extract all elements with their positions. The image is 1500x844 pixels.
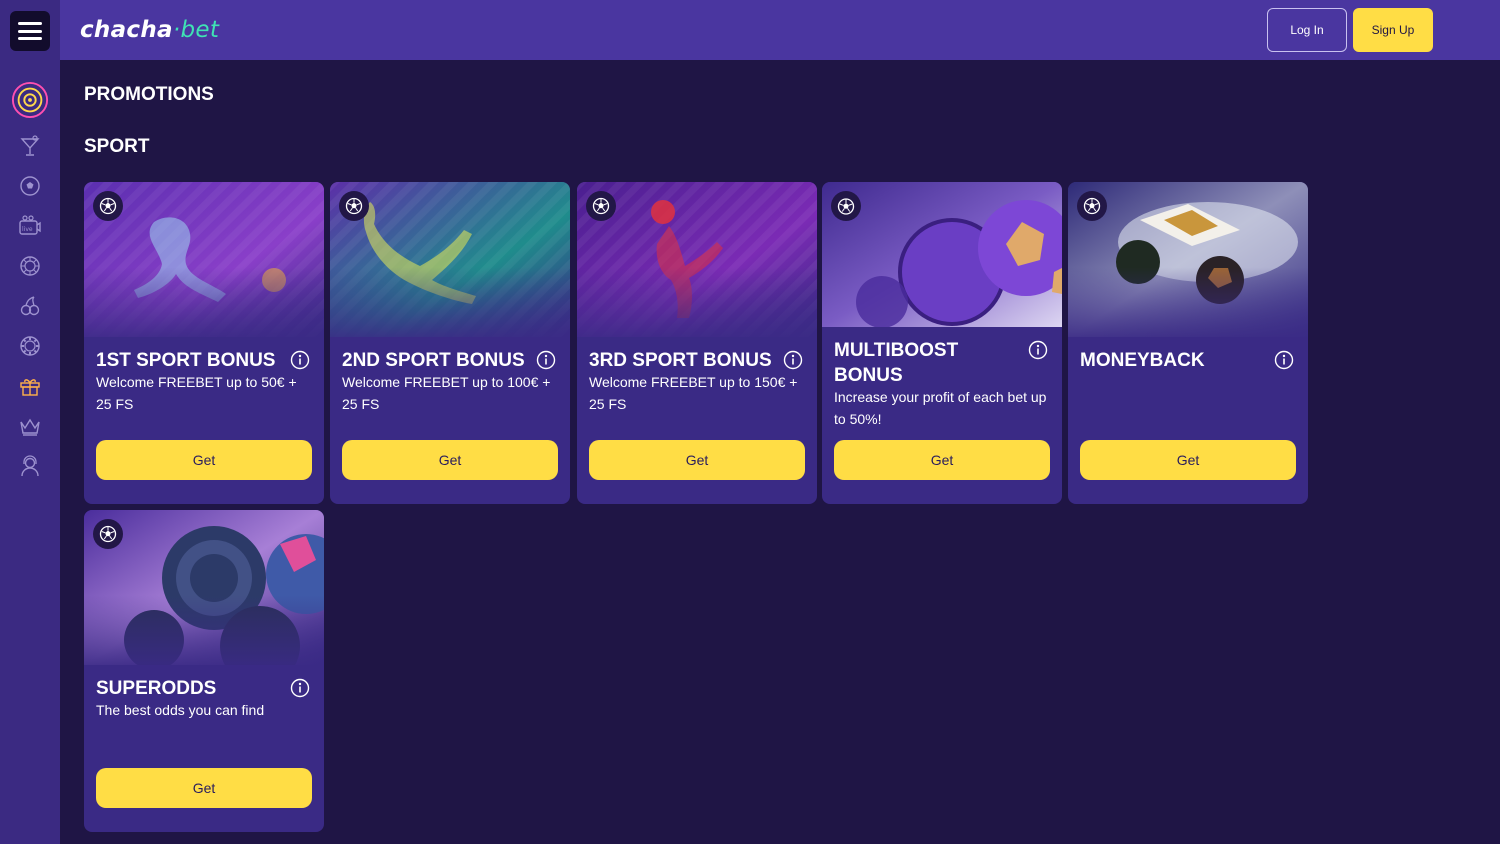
logo-text-main: chacha xyxy=(80,17,173,43)
info-icon[interactable] xyxy=(1274,350,1294,370)
info-icon[interactable] xyxy=(536,350,556,370)
promo-card-moneyback[interactable]: MONEYBACK Get xyxy=(1068,182,1308,504)
soccer-ball-icon xyxy=(586,191,616,221)
info-icon[interactable] xyxy=(290,350,310,370)
promo-title: 3RD SPORT BONUS xyxy=(589,350,772,371)
svg-text:live: live xyxy=(22,226,33,233)
live-tv-icon[interactable]: live xyxy=(10,206,50,246)
page-title: PROMOTIONS xyxy=(84,84,214,105)
promo-card-2nd-sport-bonus[interactable]: 2ND SPORT BONUS Welcome FREEBET up to 10… xyxy=(330,182,570,504)
get-button[interactable]: Get xyxy=(342,440,558,480)
promo-image xyxy=(577,182,817,337)
info-icon[interactable] xyxy=(1028,340,1048,360)
support-agent-icon[interactable] xyxy=(10,446,50,486)
promo-title: MONEYBACK xyxy=(1080,350,1205,371)
promo-card-superodds[interactable]: SUPERODDS The best odds you can find Get xyxy=(84,510,324,832)
promo-description: Welcome FREEBET up to 50€ + 25 FS xyxy=(96,374,297,412)
promo-image xyxy=(84,182,324,337)
gift-icon[interactable] xyxy=(10,366,50,406)
soccer-ball-icon xyxy=(1077,191,1107,221)
get-button[interactable]: Get xyxy=(589,440,805,480)
section-title: SPORT xyxy=(84,136,150,157)
promo-description: Welcome FREEBET up to 100€ + 25 FS xyxy=(342,374,551,412)
soccer-ball-icon xyxy=(93,519,123,549)
promo-card-multiboost-bonus[interactable]: MULTIBOOST BONUS Increase your profit of… xyxy=(822,182,1062,504)
get-button[interactable]: Get xyxy=(834,440,1050,480)
soccer-ball-icon xyxy=(339,191,369,221)
promo-image xyxy=(822,182,1062,327)
promo-title: 2ND SPORT BONUS xyxy=(342,350,525,371)
promo-title: SUPERODDS xyxy=(96,678,217,699)
hamburger-menu-icon[interactable] xyxy=(10,11,50,51)
soccer-ball-icon xyxy=(93,191,123,221)
info-icon[interactable] xyxy=(783,350,803,370)
get-button[interactable]: Get xyxy=(96,768,312,808)
cocktail-icon[interactable] xyxy=(10,126,50,166)
poker-chip-icon[interactable] xyxy=(10,326,50,366)
roulette-icon[interactable] xyxy=(10,246,50,286)
login-button[interactable]: Log In xyxy=(1267,8,1347,52)
promo-image xyxy=(1068,182,1308,337)
top-header: chacha·bet Log In Sign Up xyxy=(60,0,1500,60)
get-button[interactable]: Get xyxy=(1080,440,1296,480)
sidebar: live xyxy=(0,0,60,844)
soccer-ball-icon xyxy=(831,191,861,221)
get-button[interactable]: Get xyxy=(96,440,312,480)
promo-description: Increase your profit of each bet up to 5… xyxy=(834,389,1047,427)
crown-icon[interactable] xyxy=(10,406,50,446)
promo-image xyxy=(84,510,324,665)
promo-image xyxy=(330,182,570,337)
brand-logo[interactable]: chacha·bet xyxy=(80,14,219,46)
promo-title: MULTIBOOST BONUS xyxy=(834,340,959,386)
cherries-icon[interactable] xyxy=(10,286,50,326)
soccer-ball-icon[interactable] xyxy=(10,166,50,206)
logo-text-accent: ·bet xyxy=(172,17,220,43)
info-icon[interactable] xyxy=(290,678,310,698)
target-icon[interactable] xyxy=(10,80,50,120)
promo-title: 1ST SPORT BONUS xyxy=(96,350,276,371)
promo-description: The best odds you can find xyxy=(96,702,265,718)
promo-card-3rd-sport-bonus[interactable]: 3RD SPORT BONUS Welcome FREEBET up to 15… xyxy=(577,182,817,504)
signup-button[interactable]: Sign Up xyxy=(1353,8,1433,52)
promo-description: Welcome FREEBET up to 150€ + 25 FS xyxy=(589,374,798,412)
promo-card-1st-sport-bonus[interactable]: 1ST SPORT BONUS Welcome FREEBET up to 50… xyxy=(84,182,324,504)
